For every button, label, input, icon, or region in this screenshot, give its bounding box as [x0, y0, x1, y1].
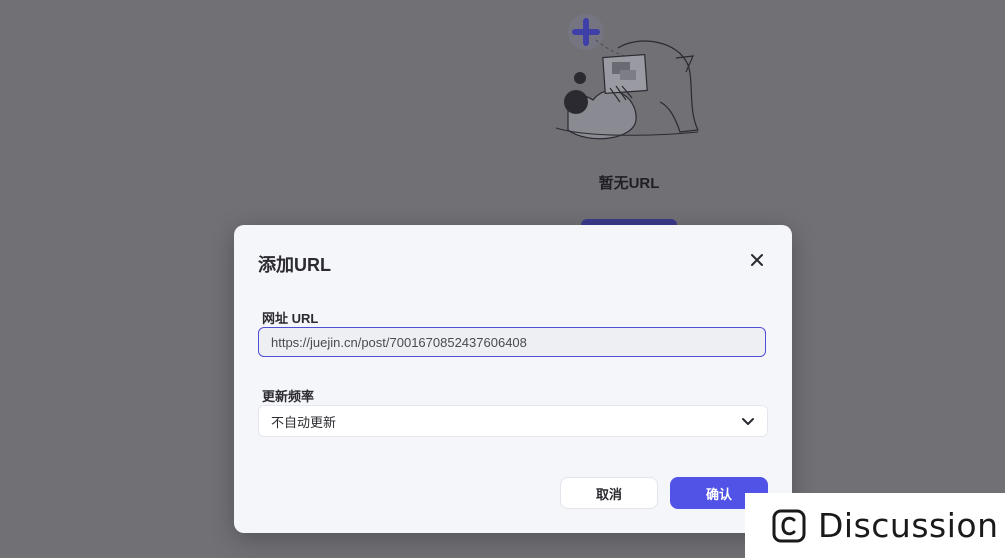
frequency-select[interactable]: 不自动更新 — [258, 405, 768, 437]
url-field-label: 网址 URL — [262, 311, 319, 326]
page-background: 暂无URL 添加URL 网址 URL 更新频率 不自动更新 取消 确认 Disc… — [0, 0, 1005, 558]
close-button[interactable] — [746, 249, 768, 271]
frequency-selected-value: 不自动更新 — [271, 414, 337, 430]
url-input[interactable] — [258, 327, 766, 357]
copyright-c-icon — [772, 509, 806, 542]
cancel-button[interactable]: 取消 — [560, 477, 658, 509]
add-url-modal: 添加URL 网址 URL 更新频率 不自动更新 取消 确认 — [234, 225, 792, 533]
discussion-button[interactable]: Discussion — [745, 493, 1005, 558]
chevron-down-icon — [742, 418, 754, 425]
empty-state-illustration — [555, 14, 699, 140]
discussion-label: Discussion — [818, 506, 999, 545]
close-icon — [751, 254, 763, 266]
modal-title: 添加URL — [258, 255, 331, 275]
empty-state-title: 暂无URL — [598, 175, 660, 192]
frequency-field-label: 更新频率 — [262, 389, 315, 404]
plus-icon — [568, 14, 604, 50]
